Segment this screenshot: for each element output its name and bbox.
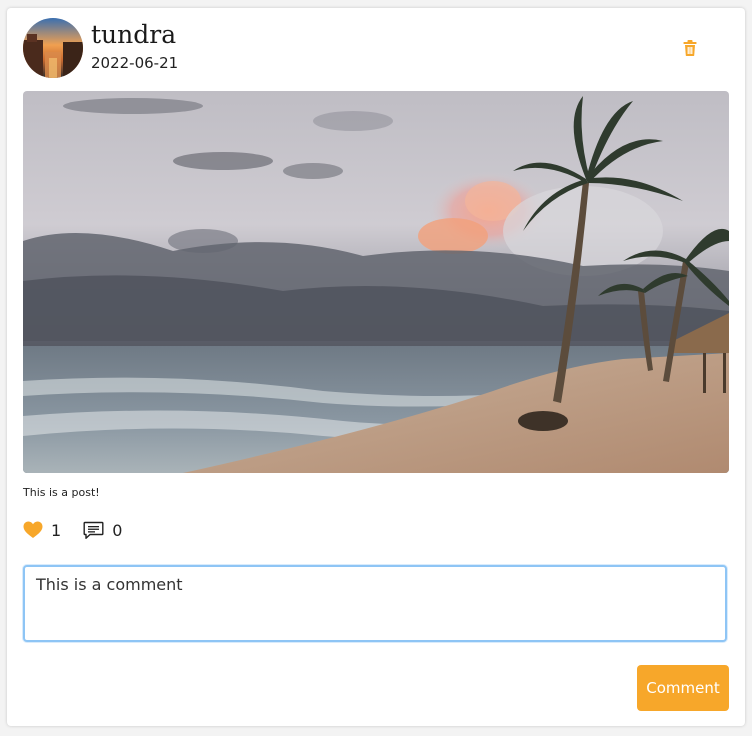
heart-icon	[23, 521, 43, 538]
avatar[interactable]	[23, 18, 83, 78]
comment-icon	[83, 521, 104, 539]
comment-input[interactable]: This is a comment	[23, 565, 727, 642]
username[interactable]: tundra	[91, 20, 176, 50]
post-stats: 1 0	[23, 518, 122, 542]
comment-button[interactable]: Comment	[637, 665, 729, 711]
post-date: 2022-06-21	[91, 54, 179, 72]
like-button[interactable]: 1	[23, 521, 61, 540]
avatar-image	[23, 18, 83, 78]
trash-icon[interactable]	[681, 39, 699, 57]
post-card: tundra 2022-06-21 This is a post! 1 0 Th…	[7, 8, 745, 726]
comment-count: 0	[112, 520, 123, 540]
comments-button[interactable]: 0	[83, 521, 122, 540]
post-image	[23, 91, 729, 473]
post-caption: This is a post!	[23, 486, 100, 499]
like-count: 1	[51, 520, 62, 540]
